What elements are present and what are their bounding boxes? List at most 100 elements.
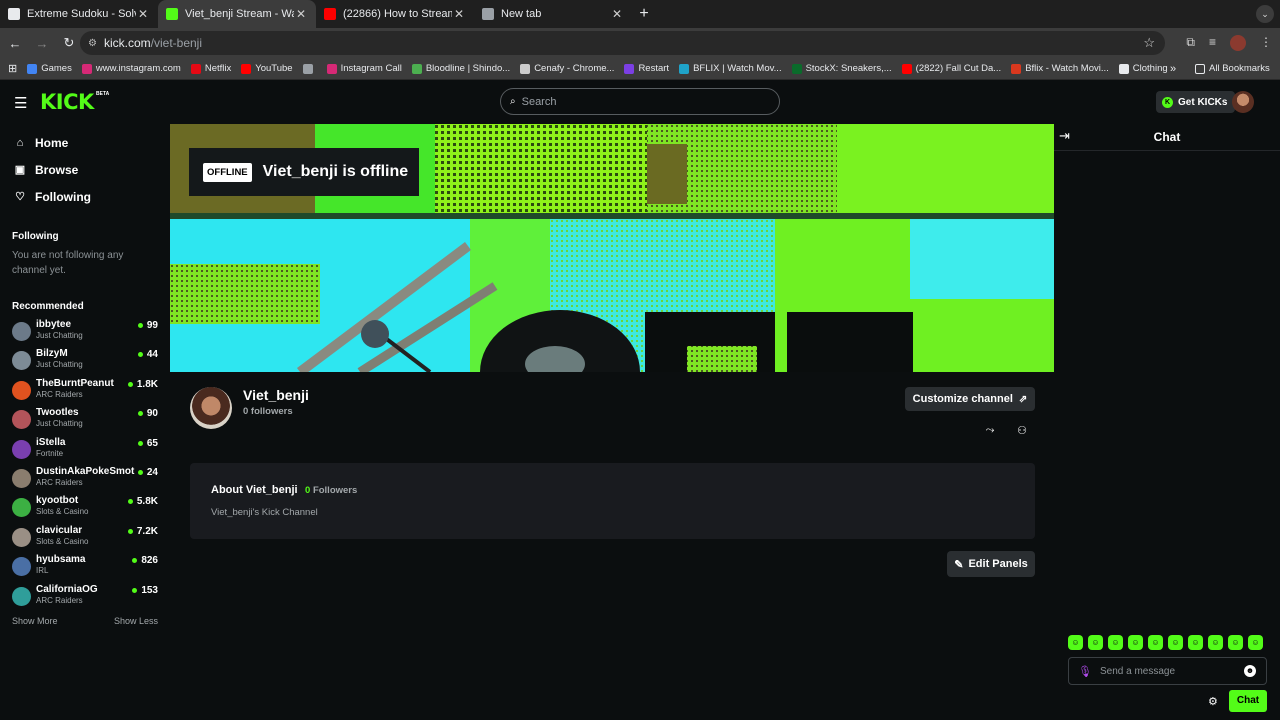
get-kicks-button[interactable]: K Get KICKs <box>1156 91 1236 113</box>
search-icon: ⌕ <box>510 96 516 107</box>
emote-icon[interactable]: ☺ <box>1068 635 1083 650</box>
viewer-count: 826 <box>132 555 158 566</box>
emote-icon[interactable]: ☺ <box>1208 635 1223 650</box>
bookmark-item[interactable]: Clothing <box>1118 63 1168 74</box>
sidebar-item-home[interactable]: ⌂ Home <box>0 129 170 156</box>
recommended-channel[interactable]: DustinAkaPokeSmot ARC Raiders 24 <box>0 464 170 493</box>
user-avatar[interactable] <box>1232 91 1254 113</box>
emote-icon[interactable]: ☺ <box>1128 635 1143 650</box>
search-input[interactable] <box>521 95 752 108</box>
media-icon[interactable]: ≡ <box>1209 35 1216 51</box>
viewer-count: 1.8K <box>127 379 158 390</box>
hamburger-menu-icon[interactable]: ☰ <box>14 94 27 112</box>
bookmark-item[interactable]: Bloodline | Shindo... <box>411 63 510 74</box>
sidebar-item-following[interactable]: ♡ Following <box>0 183 170 210</box>
recommended-channel[interactable]: Twootles Just Chatting 90 <box>0 405 170 434</box>
recommended-channel[interactable]: TheBurntPeanut ARC Raiders 1.8K <box>0 376 170 405</box>
customize-channel-button[interactable]: Customize channel ⇗ <box>905 387 1035 411</box>
close-tab-icon[interactable]: ✕ <box>294 7 308 21</box>
emote-icon[interactable]: ☺ <box>1148 635 1163 650</box>
recommended-channel[interactable]: CaliforniaOG ARC Raiders 153 <box>0 582 170 611</box>
search-bar[interactable]: ⌕ <box>500 88 780 115</box>
tab-favicon-icon <box>324 8 336 20</box>
bookmark-item[interactable]: BFLIX | Watch Mov... <box>679 63 782 74</box>
bookmark-item[interactable]: Restart <box>624 63 669 74</box>
bookmark-favicon-icon <box>411 63 422 74</box>
new-tab-button[interactable]: + <box>632 5 656 23</box>
browser-tab[interactable]: Extreme Sudoku - Solve extre✕ <box>0 0 158 28</box>
bookmark-item[interactable]: Cenafy - Chrome... <box>520 63 614 74</box>
recommended-channel[interactable]: kyootbot Slots & Casino 5.8K <box>0 493 170 522</box>
bookmark-label: Netflix <box>204 63 232 74</box>
recommended-channel[interactable]: BilzyM Just Chatting 44 <box>0 346 170 375</box>
browser-tab[interactable]: New tab ✕ <box>474 0 632 28</box>
offline-text: Viet_benji is offline <box>262 163 409 180</box>
forward-icon[interactable]: → <box>30 36 54 51</box>
browser-tab[interactable]: (22866) How to Stream on Ki✕ <box>316 0 474 28</box>
reload-icon[interactable]: ↻ <box>57 35 81 51</box>
chat-send-button[interactable]: Chat <box>1229 690 1267 712</box>
channel-avatar <box>12 351 31 371</box>
recommended-channel[interactable]: iStella Fortnite 65 <box>0 435 170 464</box>
bookmark-item[interactable]: StockX: Sneakers,... <box>791 63 892 74</box>
bookmark-favicon-icon <box>1118 63 1129 74</box>
profile-avatar[interactable] <box>1230 35 1246 51</box>
sidebar: ⌂ Home ▣ Browse ♡ Following Following You are… <box>0 124 170 720</box>
chat-message-input[interactable] <box>1100 665 1244 677</box>
edit-panels-button[interactable]: ✎ Edit Panels <box>947 551 1035 577</box>
bookmark-item[interactable]: YouTube <box>241 63 293 74</box>
recommended-channel[interactable]: clavicular Slots & Casino 7.2K <box>0 523 170 552</box>
chat-divider <box>1054 150 1280 151</box>
pencil-icon: ✎ <box>954 558 964 571</box>
microphone-icon[interactable]: 🎙 <box>1078 665 1092 678</box>
all-bookmarks[interactable]: All Bookmarks <box>1195 63 1270 74</box>
emote-icon[interactable]: ☺ <box>1228 635 1243 650</box>
chat-input-box[interactable]: 🎙 ☻ <box>1068 657 1267 685</box>
emote-icon[interactable]: ☺ <box>1188 635 1203 650</box>
close-tab-icon[interactable]: ✕ <box>136 7 150 21</box>
browser-toolbar: ← → ↻ ⚙ kick.com/viet-benji ☆ ⧉ ≡ ⋮ <box>0 28 1280 58</box>
recommended-channel[interactable]: hyubsama IRL 826 <box>0 552 170 581</box>
live-dot-icon <box>132 587 138 593</box>
sidebar-item-browse[interactable]: ▣ Browse <box>0 156 170 183</box>
bookmark-item[interactable]: Bflix - Watch Movi... <box>1011 63 1109 74</box>
user-settings-icon[interactable]: ⚇ <box>1013 424 1031 440</box>
emote-icon[interactable]: ☺ <box>1108 635 1123 650</box>
site-info-icon[interactable]: ⚙ <box>88 38 97 49</box>
back-icon[interactable]: ← <box>3 36 27 51</box>
bookmark-label: YouTube <box>255 63 293 74</box>
emoji-icon[interactable]: ☻ <box>1244 665 1256 677</box>
bookmark-item[interactable]: Instagram Call <box>326 63 402 74</box>
bookmark-item[interactable]: www.instagram.com <box>81 63 181 74</box>
bookmarks-overflow[interactable]: » <box>1170 63 1176 75</box>
kick-logo[interactable]: KICK <box>40 90 94 114</box>
address-bar[interactable]: ⚙ kick.com/viet-benji ☆ <box>80 31 1165 55</box>
tab-search-icon[interactable]: ⌄ <box>1256 5 1274 23</box>
bookmark-item[interactable] <box>302 63 317 74</box>
emote-icon[interactable]: ☺ <box>1168 635 1183 650</box>
bookmark-favicon-icon <box>1011 63 1022 74</box>
show-more-button[interactable]: Show More <box>12 616 58 626</box>
emote-icon[interactable]: ☺ <box>1248 635 1263 650</box>
close-tab-icon[interactable]: ✕ <box>610 7 624 21</box>
extensions-icon[interactable]: ⧉ <box>1186 35 1195 51</box>
bookmark-item[interactable]: Games <box>27 63 72 74</box>
menu-icon[interactable]: ⋮ <box>1260 35 1272 51</box>
chat-settings-icon[interactable]: ⚙ <box>1208 695 1218 708</box>
browser-tab[interactable]: Viet_benji Stream - Watch Liv✕ <box>158 0 316 28</box>
bookmark-item[interactable]: Netflix <box>190 63 232 74</box>
apps-icon[interactable]: ⊞ <box>8 62 17 75</box>
customize-channel-label: Customize channel <box>912 393 1013 405</box>
bookmark-star-icon[interactable]: ☆ <box>1143 35 1155 51</box>
show-less-button[interactable]: Show Less <box>114 616 158 626</box>
bookmark-item[interactable]: (2822) Fall Cut Da... <box>901 63 1001 74</box>
channel-avatar[interactable] <box>190 387 232 429</box>
recommended-channel[interactable]: ibbytee Just Chatting 99 <box>0 317 170 346</box>
emote-icon[interactable]: ☺ <box>1088 635 1103 650</box>
kicks-coin-icon: K <box>1162 96 1173 108</box>
share-icon[interactable]: ⤳ <box>981 424 999 440</box>
channel-category: Just Chatting <box>36 360 83 370</box>
close-tab-icon[interactable]: ✕ <box>452 7 466 21</box>
bookmark-favicon-icon <box>791 63 802 74</box>
channel-avatar <box>12 557 31 577</box>
